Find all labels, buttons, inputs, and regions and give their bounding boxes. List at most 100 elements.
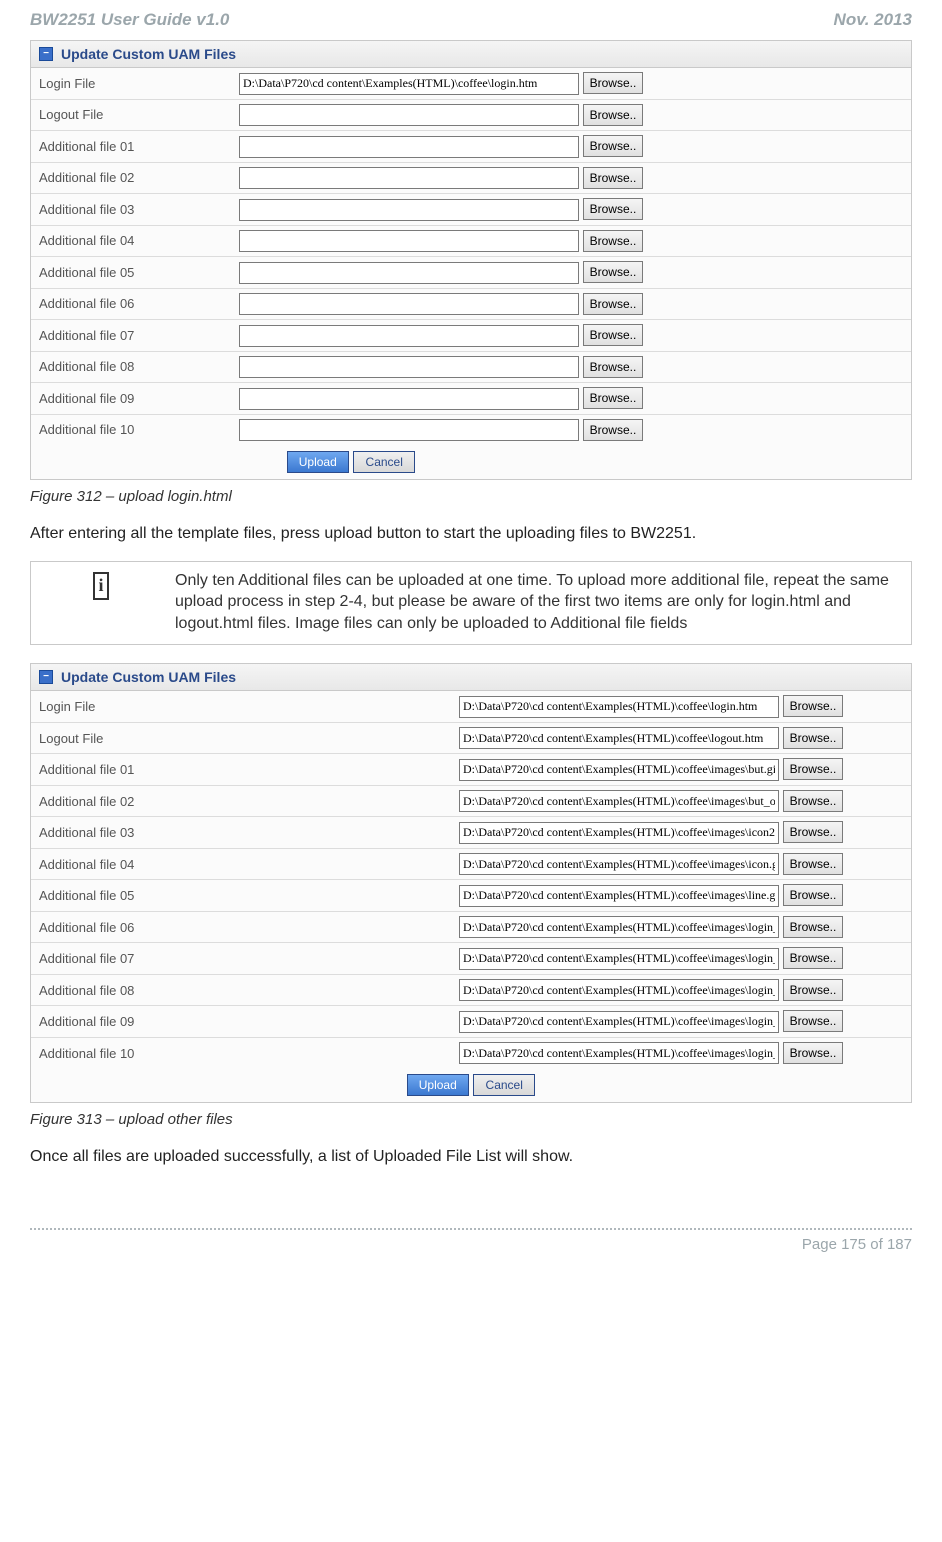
file-label: Additional file 03 — [31, 194, 231, 226]
file-input-cell: Browse.. — [451, 943, 911, 975]
file-path-input[interactable] — [239, 230, 579, 252]
browse-button[interactable]: Browse.. — [783, 790, 844, 812]
browse-button[interactable]: Browse.. — [583, 293, 644, 315]
browse-button[interactable]: Browse.. — [783, 821, 844, 843]
file-row: Additional file 08 Browse.. — [31, 351, 911, 383]
file-path-input[interactable] — [239, 104, 579, 126]
browse-button[interactable]: Browse.. — [583, 198, 644, 220]
file-input-cell: Browse.. — [451, 754, 911, 786]
file-path-input[interactable] — [239, 262, 579, 284]
file-row: Logout File Browse.. — [31, 722, 911, 754]
file-label: Additional file 09 — [31, 1006, 451, 1038]
browse-button[interactable]: Browse.. — [583, 230, 644, 252]
file-row: Additional file 01 Browse.. — [31, 754, 911, 786]
button-row: Upload Cancel — [31, 445, 911, 479]
file-row: Logout File Browse.. — [31, 99, 911, 131]
file-path-input[interactable] — [239, 167, 579, 189]
file-label: Additional file 08 — [31, 974, 451, 1006]
file-path-input[interactable] — [459, 696, 779, 718]
file-label: Additional file 10 — [31, 1037, 451, 1068]
file-row: Login File Browse.. — [31, 68, 911, 99]
browse-button[interactable]: Browse.. — [783, 758, 844, 780]
uam-panel-2: − Update Custom UAM Files Login File Bro… — [30, 663, 912, 1103]
cancel-button[interactable]: Cancel — [353, 451, 415, 473]
browse-button[interactable]: Browse.. — [783, 1042, 844, 1064]
file-path-input[interactable] — [459, 822, 779, 844]
file-path-input[interactable] — [459, 979, 779, 1001]
file-path-input[interactable] — [239, 73, 579, 95]
file-input-cell: Browse.. — [231, 99, 911, 131]
file-input-cell: Browse.. — [231, 162, 911, 194]
file-path-input[interactable] — [239, 136, 579, 158]
browse-button[interactable]: Browse.. — [783, 695, 844, 717]
file-row: Additional file 05 Browse.. — [31, 257, 911, 289]
file-path-input[interactable] — [459, 1011, 779, 1033]
cancel-button[interactable]: Cancel — [473, 1074, 535, 1096]
file-label: Additional file 05 — [31, 257, 231, 289]
file-input-cell: Browse.. — [231, 351, 911, 383]
info-note-text: Only ten Additional files can be uploade… — [171, 562, 911, 645]
browse-button[interactable]: Browse.. — [783, 853, 844, 875]
file-row: Additional file 04 Browse.. — [31, 848, 911, 880]
file-form-1: Login File Browse..Logout File Browse..A… — [31, 68, 911, 445]
file-row: Additional file 05 Browse.. — [31, 880, 911, 912]
collapse-icon[interactable]: − — [39, 670, 53, 684]
collapse-icon[interactable]: − — [39, 47, 53, 61]
file-input-cell: Browse.. — [451, 880, 911, 912]
file-path-input[interactable] — [239, 388, 579, 410]
file-label: Additional file 06 — [31, 288, 231, 320]
file-label: Login File — [31, 691, 451, 722]
file-label: Additional file 04 — [31, 848, 451, 880]
file-path-input[interactable] — [459, 1042, 779, 1064]
page-header: BW2251 User Guide v1.0 Nov. 2013 — [30, 10, 912, 30]
file-row: Additional file 03 Browse.. — [31, 194, 911, 226]
browse-button[interactable]: Browse.. — [583, 72, 644, 94]
browse-button[interactable]: Browse.. — [583, 167, 644, 189]
upload-button[interactable]: Upload — [287, 451, 349, 473]
browse-button[interactable]: Browse.. — [783, 727, 844, 749]
file-form-2: Login File Browse..Logout File Browse..A… — [31, 691, 911, 1068]
info-note-box: i Only ten Additional files can be uploa… — [30, 561, 912, 646]
browse-button[interactable]: Browse.. — [783, 884, 844, 906]
file-label: Additional file 09 — [31, 383, 231, 415]
browse-button[interactable]: Browse.. — [583, 419, 644, 441]
panel-title: Update Custom UAM Files — [61, 46, 236, 62]
file-path-input[interactable] — [239, 356, 579, 378]
file-path-input[interactable] — [239, 199, 579, 221]
info-icon: i — [93, 572, 109, 600]
browse-button[interactable]: Browse.. — [783, 1010, 844, 1032]
file-path-input[interactable] — [459, 885, 779, 907]
file-path-input[interactable] — [239, 293, 579, 315]
browse-button[interactable]: Browse.. — [583, 104, 644, 126]
file-input-cell: Browse.. — [231, 414, 911, 445]
browse-button[interactable]: Browse.. — [783, 979, 844, 1001]
file-row: Additional file 09 Browse.. — [31, 383, 911, 415]
file-input-cell: Browse.. — [231, 131, 911, 163]
button-row: Upload Cancel — [31, 1068, 911, 1102]
file-path-input[interactable] — [459, 948, 779, 970]
body-paragraph-1: After entering all the template files, p… — [30, 523, 912, 545]
browse-button[interactable]: Browse.. — [583, 135, 644, 157]
file-path-input[interactable] — [239, 325, 579, 347]
file-row: Additional file 07 Browse.. — [31, 320, 911, 352]
file-path-input[interactable] — [239, 419, 579, 441]
browse-button[interactable]: Browse.. — [583, 356, 644, 378]
browse-button[interactable]: Browse.. — [583, 324, 644, 346]
file-label: Additional file 08 — [31, 351, 231, 383]
panel-header: − Update Custom UAM Files — [31, 664, 911, 691]
browse-button[interactable]: Browse.. — [783, 947, 844, 969]
file-path-input[interactable] — [459, 853, 779, 875]
panel-header: − Update Custom UAM Files — [31, 41, 911, 68]
upload-button[interactable]: Upload — [407, 1074, 469, 1096]
browse-button[interactable]: Browse.. — [783, 916, 844, 938]
browse-button[interactable]: Browse.. — [583, 261, 644, 283]
file-row: Additional file 10 Browse.. — [31, 1037, 911, 1068]
file-path-input[interactable] — [459, 727, 779, 749]
file-row: Additional file 01 Browse.. — [31, 131, 911, 163]
file-label: Additional file 02 — [31, 785, 451, 817]
file-path-input[interactable] — [459, 759, 779, 781]
file-path-input[interactable] — [459, 790, 779, 812]
browse-button[interactable]: Browse.. — [583, 387, 644, 409]
file-path-input[interactable] — [459, 916, 779, 938]
figure-caption-2: Figure 313 – upload other files — [30, 1111, 912, 1128]
